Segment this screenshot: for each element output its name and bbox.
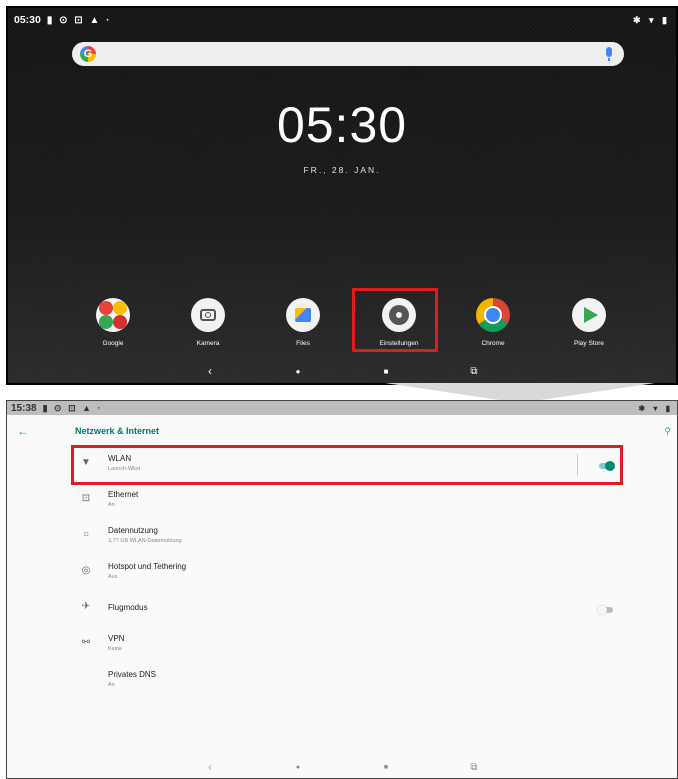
app-chrome[interactable]: Chrome [458, 298, 528, 347]
status-right-icons: ✱ ▾ ▮ [638, 403, 673, 413]
data-usage-icon: ○ [82, 529, 90, 540]
settings-item-hotspot[interactable]: ◎ Hotspot und Tethering Aus [7, 557, 677, 593]
hotspot-icon: ◎ [81, 565, 91, 576]
clock-widget[interactable]: 05:30 [8, 96, 676, 154]
settings-item-privates-dns[interactable]: Privates DNS An [7, 665, 677, 701]
home-screen-screenshot: 05:30 ▮ ⊙ ⊡ ▲ · ✱ ▾ ▮ G 05:30 FR., 28. J… [6, 6, 678, 385]
app-kamera[interactable]: Kamera [173, 298, 243, 347]
status-time: 05:30 [14, 14, 41, 26]
settings-item-flugmodus[interactable]: ✈ Flugmodus [7, 593, 677, 629]
navigation-bar: ‹ ● ■ ⧉ [7, 756, 677, 778]
app-bar: ← Netzwerk & Internet ⚲ [7, 415, 677, 447]
item-subtitle: 3,77 GB WLAN-Datennutzung [108, 538, 182, 544]
item-title: Datennutzung [108, 526, 158, 535]
google-apps-icon [96, 298, 130, 332]
flugmodus-toggle[interactable] [597, 605, 613, 615]
status-time: 15:38 [11, 402, 37, 414]
screenshot-nav-button[interactable]: ⧉ [430, 366, 518, 377]
app-dock: Google Kamera Files Einstellungen Chrome… [78, 298, 618, 352]
app-label: Chrome [481, 340, 505, 347]
ethernet-icon: ⊡ [81, 493, 91, 504]
home-nav-button[interactable]: ● [254, 367, 342, 376]
highlight-box-settings [352, 288, 438, 352]
item-title: Privates DNS [108, 670, 157, 679]
item-subtitle: Aus [108, 574, 118, 580]
app-label: Files [296, 340, 310, 347]
app-label: Google [102, 340, 124, 347]
recents-nav-button[interactable]: ■ [342, 764, 430, 771]
status-bar: 05:30 ▮ ⊙ ⊡ ▲ · ✱ ▾ ▮ [14, 12, 670, 28]
settings-item-vpn[interactable]: ⚯ VPN Keine [7, 629, 677, 665]
settings-item-ethernet[interactable]: ⊡ Ethernet An [7, 485, 677, 521]
search-icon[interactable]: ⚲ [664, 426, 671, 437]
status-bar: 15:38 ▮ ⊙ ⊡ ▲ · ✱ ▾ ▮ [7, 401, 677, 415]
status-icons: ▮ ⊙ ⊡ ▲ · [46, 14, 112, 26]
files-icon [286, 298, 320, 332]
date-label: FR., 28. JAN. [303, 165, 381, 175]
status-right-icons: ✱ ▾ ▮ [632, 14, 670, 25]
item-subtitle: An [108, 682, 115, 688]
item-title: Flugmodus [108, 603, 148, 612]
back-arrow-icon[interactable]: ← [17, 424, 29, 438]
item-title: Hotspot und Tethering [108, 562, 187, 571]
app-google[interactable]: Google [78, 298, 148, 347]
chrome-icon [476, 298, 510, 332]
airplane-icon: ✈ [81, 601, 91, 612]
settings-item-datennutzung[interactable]: ○ Datennutzung 3,77 GB WLAN-Datennutzung [7, 521, 677, 557]
google-logo-icon: G [80, 46, 96, 62]
app-label: Kamera [196, 340, 220, 347]
item-title: Ethernet [108, 490, 139, 499]
camera-icon [191, 298, 225, 332]
item-subtitle: Keine [108, 646, 123, 652]
vpn-icon: ⚯ [81, 637, 91, 648]
microphone-icon[interactable] [606, 47, 612, 61]
highlight-box-wlan [71, 445, 623, 485]
home-nav-button[interactable]: ● [254, 764, 342, 771]
screenshot-nav-button[interactable]: ⧉ [430, 762, 518, 773]
app-files[interactable]: Files [268, 298, 338, 347]
google-search-bar[interactable]: G [72, 42, 624, 66]
item-title: VPN [108, 634, 125, 643]
recents-nav-button[interactable]: ■ [342, 367, 430, 376]
navigation-bar: ‹ ● ■ ⧉ [8, 359, 676, 383]
app-play-store[interactable]: Play Store [554, 298, 624, 347]
page-title: Netzwerk & Internet [75, 426, 160, 436]
status-icons: ▮ ⊙ ⊡ ▲ · [42, 402, 103, 413]
back-nav-button[interactable]: ‹ [166, 762, 254, 773]
back-nav-button[interactable]: ‹ [166, 364, 254, 378]
app-label: Play Store [574, 340, 604, 347]
settings-screen-screenshot: 15:38 ▮ ⊙ ⊡ ▲ · ✱ ▾ ▮ ← Netzwerk & Inter… [6, 400, 678, 779]
play-store-icon [572, 298, 606, 332]
item-subtitle: An [108, 502, 115, 508]
